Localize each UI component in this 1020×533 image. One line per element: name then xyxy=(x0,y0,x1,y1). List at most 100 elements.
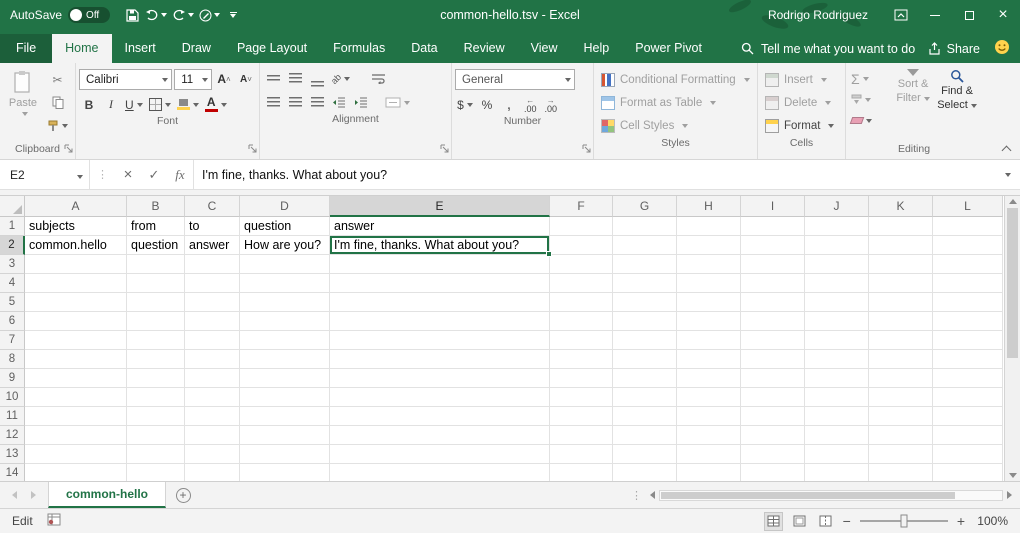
insert-button[interactable]: Insert xyxy=(761,69,842,90)
tab-file[interactable]: File xyxy=(0,34,52,63)
borders-button[interactable] xyxy=(147,95,173,114)
cell-B1[interactable]: from xyxy=(127,217,185,236)
cell-E11[interactable] xyxy=(330,407,550,426)
cell-G13[interactable] xyxy=(613,445,677,464)
macro-record-button[interactable] xyxy=(47,513,61,529)
row-header-3[interactable]: 3 xyxy=(0,255,25,274)
cell-B14[interactable] xyxy=(127,464,185,481)
cell-G6[interactable] xyxy=(613,312,677,331)
tell-me-box[interactable]: Tell me what you want to do xyxy=(741,34,915,63)
zoom-in-button[interactable]: + xyxy=(957,513,965,529)
cell-D4[interactable] xyxy=(240,274,330,293)
name-box[interactable]: E2 xyxy=(2,160,90,189)
cell-A5[interactable] xyxy=(25,293,127,312)
feedback-button[interactable] xyxy=(994,39,1010,58)
row-header-10[interactable]: 10 xyxy=(0,388,25,407)
cell-L9[interactable] xyxy=(933,369,1003,388)
cell-K2[interactable] xyxy=(869,236,933,255)
cell-A6[interactable] xyxy=(25,312,127,331)
cell-H12[interactable] xyxy=(677,426,741,445)
cell-F4[interactable] xyxy=(550,274,613,293)
underline-button[interactable]: U xyxy=(123,95,145,114)
decrease-decimal-button[interactable]: →.00 xyxy=(542,97,561,113)
cell-C7[interactable] xyxy=(185,331,240,350)
cell-D9[interactable] xyxy=(240,369,330,388)
cell-C4[interactable] xyxy=(185,274,240,293)
cell-L4[interactable] xyxy=(933,274,1003,293)
cell-G12[interactable] xyxy=(613,426,677,445)
cell-K13[interactable] xyxy=(869,445,933,464)
cell-A1[interactable]: subjects xyxy=(25,217,127,236)
cell-L12[interactable] xyxy=(933,426,1003,445)
align-center-button[interactable] xyxy=(285,93,305,112)
row-header-4[interactable]: 4 xyxy=(0,274,25,293)
cell-D2[interactable]: How are you? xyxy=(240,236,330,255)
cell-I2[interactable] xyxy=(741,236,805,255)
cell-J7[interactable] xyxy=(805,331,869,350)
cell-D10[interactable] xyxy=(240,388,330,407)
cell-C11[interactable] xyxy=(185,407,240,426)
cell-F5[interactable] xyxy=(550,293,613,312)
cell-A10[interactable] xyxy=(25,388,127,407)
cell-D11[interactable] xyxy=(240,407,330,426)
cell-L2[interactable] xyxy=(933,236,1003,255)
zoom-level[interactable]: 100% xyxy=(974,514,1008,528)
undo-caret[interactable] xyxy=(161,13,167,17)
cell-D12[interactable] xyxy=(240,426,330,445)
col-header-D[interactable]: D xyxy=(240,196,330,217)
col-header-F[interactable]: F xyxy=(550,196,613,217)
page-layout-view-button[interactable] xyxy=(791,513,808,530)
cell-K6[interactable] xyxy=(869,312,933,331)
grow-font-button[interactable]: A˄ xyxy=(214,70,234,89)
horizontal-scroll-track[interactable] xyxy=(659,490,1003,501)
cell-F8[interactable] xyxy=(550,350,613,369)
cell-A4[interactable] xyxy=(25,274,127,293)
cell-L1[interactable] xyxy=(933,217,1003,236)
cell-H2[interactable] xyxy=(677,236,741,255)
cell-J14[interactable] xyxy=(805,464,869,481)
cell-A9[interactable] xyxy=(25,369,127,388)
col-header-E[interactable]: E xyxy=(330,196,550,217)
cell-A12[interactable] xyxy=(25,426,127,445)
cell-C5[interactable] xyxy=(185,293,240,312)
cell-J12[interactable] xyxy=(805,426,869,445)
cell-K10[interactable] xyxy=(869,388,933,407)
cell-F3[interactable] xyxy=(550,255,613,274)
cell-G11[interactable] xyxy=(613,407,677,426)
fill-color-button[interactable] xyxy=(175,95,201,114)
cell-E10[interactable] xyxy=(330,388,550,407)
cancel-button[interactable]: × xyxy=(115,163,141,187)
cell-J13[interactable] xyxy=(805,445,869,464)
font-dialog-launcher[interactable] xyxy=(248,144,257,156)
cell-G1[interactable] xyxy=(613,217,677,236)
cell-E9[interactable] xyxy=(330,369,550,388)
cell-J6[interactable] xyxy=(805,312,869,331)
find-select-button[interactable]: Find & Select xyxy=(935,65,979,111)
cell-A13[interactable] xyxy=(25,445,127,464)
cell-C6[interactable] xyxy=(185,312,240,331)
scroll-down-icon[interactable] xyxy=(1009,473,1017,478)
cell-C13[interactable] xyxy=(185,445,240,464)
name-box-caret[interactable] xyxy=(77,168,89,182)
formula-bar-splitter[interactable]: ⋮ xyxy=(90,168,115,181)
conditional-formatting-button[interactable]: Conditional Formatting xyxy=(597,69,754,90)
percent-style-button[interactable]: % xyxy=(477,95,497,114)
cell-D8[interactable] xyxy=(240,350,330,369)
tab-help[interactable]: Help xyxy=(571,34,623,63)
cell-G5[interactable] xyxy=(613,293,677,312)
prev-sheet-icon[interactable] xyxy=(12,491,17,499)
sort-filter-button[interactable]: Sort & Filter xyxy=(891,65,935,104)
cell-D3[interactable] xyxy=(240,255,330,274)
copy-button[interactable] xyxy=(45,93,70,112)
cell-E6[interactable] xyxy=(330,312,550,331)
cell-A8[interactable] xyxy=(25,350,127,369)
cell-E4[interactable] xyxy=(330,274,550,293)
cell-F2[interactable] xyxy=(550,236,613,255)
cell-K5[interactable] xyxy=(869,293,933,312)
cell-J11[interactable] xyxy=(805,407,869,426)
cell-E1[interactable]: answer xyxy=(330,217,550,236)
cell-I11[interactable] xyxy=(741,407,805,426)
cell-E3[interactable] xyxy=(330,255,550,274)
cell-B2[interactable]: question xyxy=(127,236,185,255)
row-header-11[interactable]: 11 xyxy=(0,407,25,426)
